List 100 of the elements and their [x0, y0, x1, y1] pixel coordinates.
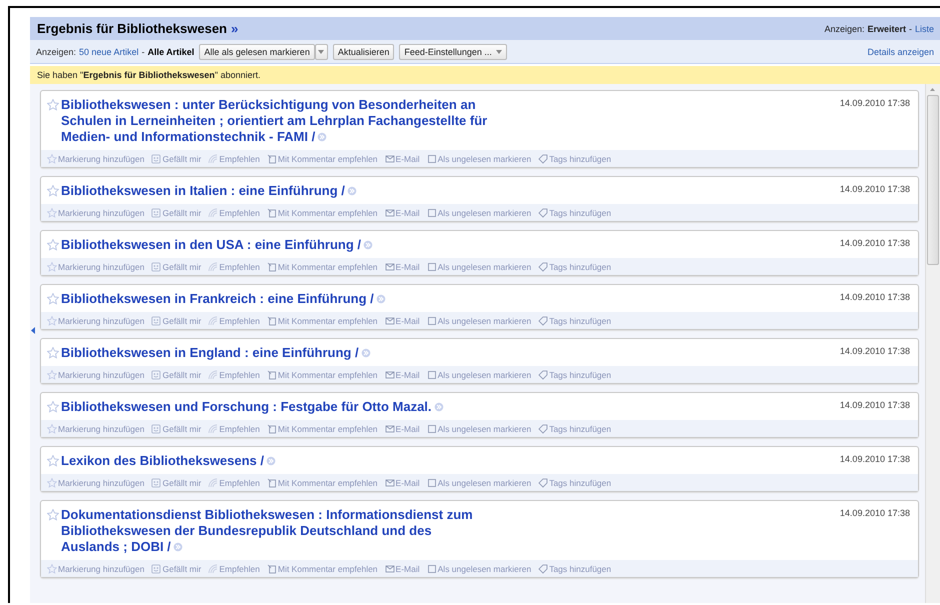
feed-icon[interactable]: [376, 294, 386, 304]
share-with-note-link[interactable]: Mit Kommentar empfehlen: [278, 370, 378, 380]
feed-menu-link[interactable]: »: [231, 21, 238, 36]
note-icon: [266, 564, 277, 574]
add-tags-link[interactable]: Tags hinzufügen: [549, 424, 612, 434]
scrollbar[interactable]: [925, 84, 940, 603]
star-icon[interactable]: [47, 401, 59, 413]
add-star-link[interactable]: Markierung hinzufügen: [58, 564, 144, 574]
scroll-up-icon[interactable]: [930, 88, 935, 91]
entry-title-link[interactable]: Bibliothekswesen in Frankreich : eine Einführung /: [61, 291, 491, 307]
filter-link[interactable]: Alle Artikel: [148, 46, 194, 56]
share-link[interactable]: Empfehlen: [219, 208, 260, 218]
like-link[interactable]: Gefällt mir: [162, 564, 202, 574]
share-link[interactable]: Empfehlen: [219, 262, 260, 272]
entry-title-link[interactable]: Dokumentationsdienst Bibliothekswesen : Informationsdienst zum Bibliothekswesen der Bundesrepublik Deutschland und des Auslands ; DOBI /: [61, 507, 491, 555]
mark-unread-link[interactable]: Als ungelesen markieren: [438, 208, 532, 218]
email-link[interactable]: E-Mail: [396, 262, 420, 272]
add-tags-link[interactable]: Tags hinzufügen: [549, 316, 612, 326]
star-icon[interactable]: [47, 509, 59, 521]
mark-all-read-button[interactable]: Alle als gelesen markieren: [199, 44, 315, 60]
add-star-link[interactable]: Markierung hinzufügen: [58, 478, 144, 488]
smiley-icon: [151, 208, 162, 218]
star-icon[interactable]: [47, 293, 59, 305]
note-icon: [266, 370, 277, 380]
feed-settings-button[interactable]: Feed-Einstellungen ...: [399, 44, 507, 60]
feed-icon[interactable]: [266, 456, 276, 466]
mark-unread-link[interactable]: Als ungelesen markieren: [438, 316, 532, 326]
add-tags-link[interactable]: Tags hinzufügen: [549, 208, 612, 218]
star-icon[interactable]: [47, 99, 59, 111]
like-link[interactable]: Gefällt mir: [162, 208, 202, 218]
add-tags-link[interactable]: Tags hinzufügen: [549, 262, 612, 272]
add-star-link[interactable]: Markierung hinzufügen: [58, 424, 144, 434]
email-link[interactable]: E-Mail: [396, 424, 420, 434]
email-link[interactable]: E-Mail: [396, 478, 420, 488]
like-link[interactable]: Gefällt mir: [162, 316, 202, 326]
like-link[interactable]: Gefällt mir: [162, 370, 202, 380]
email-link[interactable]: E-Mail: [396, 154, 420, 164]
mark-unread-link[interactable]: Als ungelesen markieren: [438, 262, 532, 272]
add-tags-link[interactable]: Tags hinzufügen: [549, 564, 612, 574]
refresh-button[interactable]: Aktualisieren: [332, 44, 394, 60]
feed-icon[interactable]: [346, 186, 357, 196]
entry-title-link[interactable]: Bibliothekswesen in Italien : eine Einführung /: [61, 183, 491, 199]
share-link[interactable]: Empfehlen: [219, 370, 260, 380]
mark-unread-link[interactable]: Als ungelesen markieren: [438, 564, 532, 574]
like-link[interactable]: Gefällt mir: [162, 478, 202, 488]
share-with-note-link[interactable]: Mit Kommentar empfehlen: [278, 564, 378, 574]
feed-icon[interactable]: [317, 132, 328, 142]
add-star-link[interactable]: Markierung hinzufügen: [58, 208, 144, 218]
feed-icon[interactable]: [360, 348, 371, 358]
share-with-note-link[interactable]: Mit Kommentar empfehlen: [278, 478, 378, 488]
smiley-icon: [151, 370, 162, 380]
filter-link[interactable]: 50 neue Artikel: [79, 46, 139, 56]
entry-title-link[interactable]: Bibliothekswesen in England : eine Einführung /: [61, 345, 491, 361]
star-icon[interactable]: [47, 347, 59, 359]
add-tags-link[interactable]: Tags hinzufügen: [549, 370, 612, 380]
checkbox-icon: [426, 154, 437, 164]
email-link[interactable]: E-Mail: [396, 208, 420, 218]
share-with-note-link[interactable]: Mit Kommentar empfehlen: [278, 154, 378, 164]
add-star-link[interactable]: Markierung hinzufügen: [58, 262, 144, 272]
star-icon[interactable]: [47, 239, 59, 251]
details-link[interactable]: Details anzeigen: [867, 46, 934, 56]
share-with-note-link[interactable]: Mit Kommentar empfehlen: [278, 316, 378, 326]
email-link[interactable]: E-Mail: [396, 370, 420, 380]
like-link[interactable]: Gefällt mir: [162, 424, 202, 434]
like-link[interactable]: Gefällt mir: [162, 262, 202, 272]
add-tags-link[interactable]: Tags hinzufügen: [549, 478, 612, 488]
share-with-note-link[interactable]: Mit Kommentar empfehlen: [278, 424, 378, 434]
scrollbar-thumb[interactable]: [927, 95, 939, 265]
share-link[interactable]: Empfehlen: [219, 424, 260, 434]
entry-title-link[interactable]: Bibliothekswesen : unter Berücksichtigung von Besonderheiten an Schulen in Lerneinheiten ; orientiert am Lehrplan Fachangestellte für Medien- und Informationstechnik - FAMI /: [61, 97, 491, 145]
share-link[interactable]: Empfehlen: [219, 478, 260, 488]
share-link[interactable]: Empfehlen: [219, 154, 260, 164]
add-tags-link[interactable]: Tags hinzufügen: [549, 154, 612, 164]
mark-unread-link[interactable]: Als ungelesen markieren: [438, 154, 532, 164]
email-link[interactable]: E-Mail: [396, 316, 420, 326]
feed-icon[interactable]: [434, 402, 444, 412]
share-link[interactable]: Empfehlen: [219, 316, 260, 326]
feed-icon[interactable]: [172, 542, 183, 552]
add-star-link[interactable]: Markierung hinzufügen: [58, 154, 144, 164]
view-separator: -: [908, 24, 912, 34]
star-icon[interactable]: [47, 455, 59, 467]
mark-unread-link[interactable]: Als ungelesen markieren: [438, 370, 532, 380]
add-star-link[interactable]: Markierung hinzufügen: [58, 370, 144, 380]
dropdown-button[interactable]: [314, 44, 328, 60]
envelope-icon: [384, 370, 395, 380]
share-with-note-link[interactable]: Mit Kommentar empfehlen: [278, 262, 378, 272]
entry-title-link[interactable]: Lexikon des Bibliothekswesens /: [61, 453, 491, 469]
entry-title-link[interactable]: Bibliothekswesen in den USA : eine Einführung /: [61, 237, 491, 253]
mark-unread-link[interactable]: Als ungelesen markieren: [438, 424, 532, 434]
share-with-note-link[interactable]: Mit Kommentar empfehlen: [278, 208, 378, 218]
view-list-link[interactable]: Liste: [914, 24, 934, 34]
star-icon[interactable]: [47, 185, 59, 197]
add-star-link[interactable]: Markierung hinzufügen: [58, 316, 144, 326]
share-link[interactable]: Empfehlen: [219, 564, 260, 574]
mark-unread-link[interactable]: Als ungelesen markieren: [438, 478, 532, 488]
feed-icon[interactable]: [363, 240, 373, 250]
entry-title-link[interactable]: Bibliothekswesen und Forschung : Festgabe für Otto Mazal.: [61, 399, 491, 415]
like-link[interactable]: Gefällt mir: [162, 154, 202, 164]
email-link[interactable]: E-Mail: [396, 564, 420, 574]
collapse-arrow-icon[interactable]: [31, 327, 35, 334]
